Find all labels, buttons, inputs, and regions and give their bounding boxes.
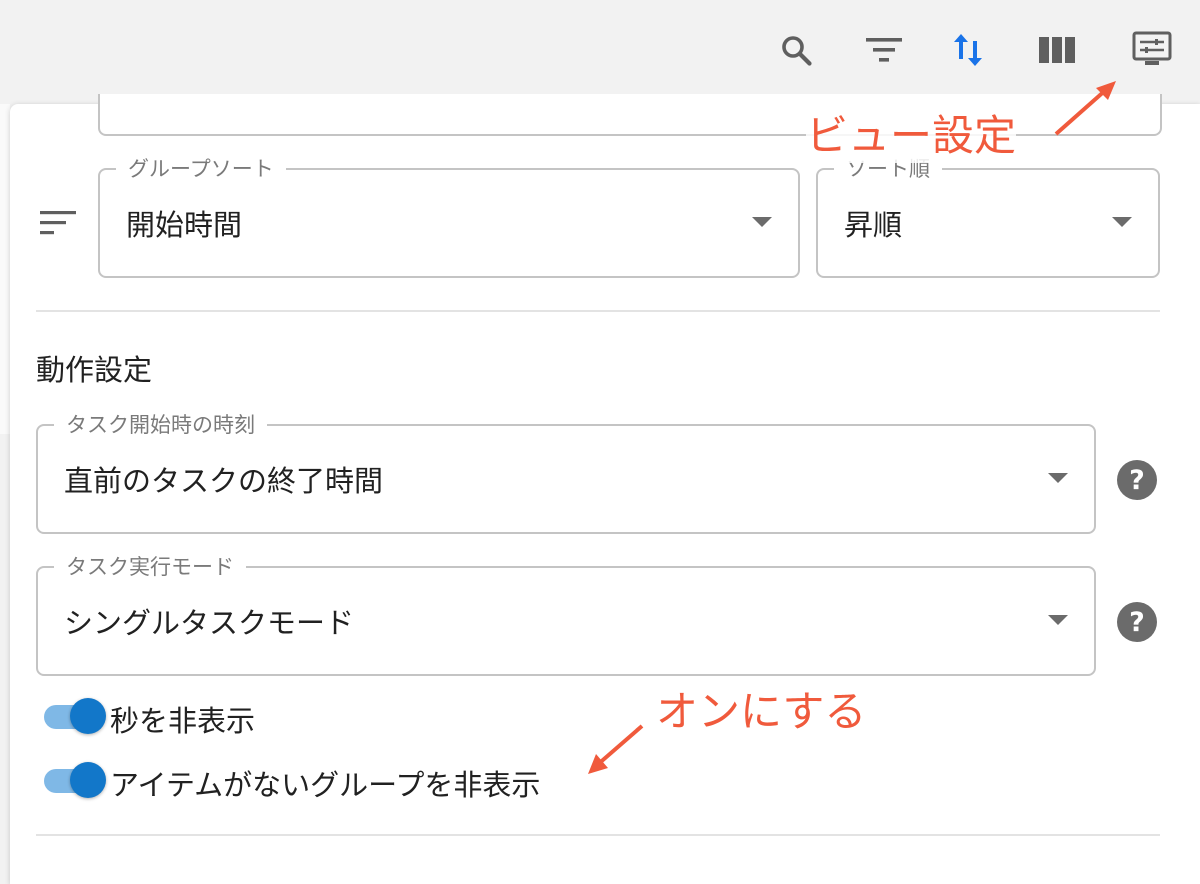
group-sort-legend: グループソート xyxy=(116,154,286,184)
divider xyxy=(36,310,1160,312)
help-icon[interactable]: ? xyxy=(1117,460,1157,500)
task-run-mode-value: シングルタスクモード xyxy=(64,606,355,640)
hide-seconds-label: 秒を非表示 xyxy=(110,704,256,738)
hide-empty-groups-toggle[interactable] xyxy=(44,760,106,800)
view-settings-icon[interactable] xyxy=(1128,26,1176,74)
chevron-down-icon xyxy=(1048,615,1068,625)
sort-order-value: 昇順 xyxy=(844,208,903,242)
task-start-time-value: 直前のタスクの終了時間 xyxy=(64,464,384,498)
chevron-down-icon xyxy=(1048,473,1068,483)
background-page-edge xyxy=(0,104,10,434)
annotation-arrow-icon xyxy=(1054,81,1116,136)
annotation-arrow-icon xyxy=(588,724,644,774)
group-sort-value: 開始時間 xyxy=(126,208,243,242)
task-run-mode-select[interactable]: タスク実行モード シングルタスクモード xyxy=(36,552,1096,676)
sort-arrows-icon[interactable] xyxy=(944,26,992,74)
chevron-down-icon xyxy=(752,217,772,227)
group-sort-select[interactable]: グループソート 開始時間 xyxy=(98,154,800,278)
task-start-time-legend: タスク開始時の時刻 xyxy=(54,410,267,440)
behavior-section-title: 動作設定 xyxy=(36,353,153,387)
annotation-view-settings: ビュー設定 xyxy=(806,102,1017,163)
toggle-thumb xyxy=(70,762,106,798)
divider xyxy=(36,834,1160,836)
hide-seconds-toggle[interactable] xyxy=(44,696,106,736)
task-run-mode-legend: タスク実行モード xyxy=(54,552,246,582)
annotation-turn-on: オンにする xyxy=(656,687,867,736)
sort-order-select[interactable]: ソート順 昇順 xyxy=(816,154,1160,278)
hide-empty-groups-label: アイテムがないグループを非表示 xyxy=(110,768,541,802)
view-columns-icon[interactable] xyxy=(1033,26,1081,74)
chevron-down-icon xyxy=(1112,217,1132,227)
task-start-time-select[interactable]: タスク開始時の時刻 直前のタスクの終了時間 xyxy=(36,410,1096,534)
top-toolbar xyxy=(0,0,1200,100)
toggle-thumb xyxy=(70,698,106,734)
sort-icon xyxy=(40,210,78,240)
help-icon[interactable]: ? xyxy=(1117,602,1157,642)
filter-list-icon[interactable] xyxy=(860,26,908,74)
search-icon[interactable] xyxy=(772,26,820,74)
